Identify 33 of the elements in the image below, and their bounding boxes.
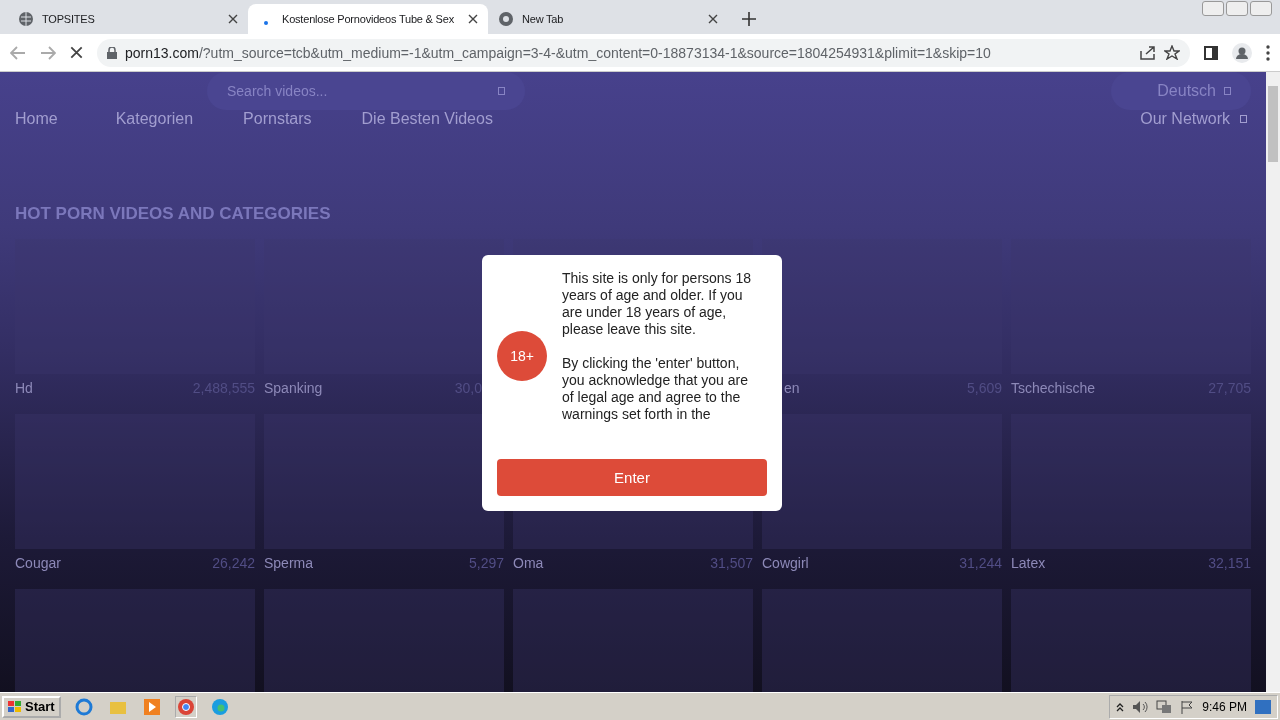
start-button[interactable]: Start [2, 695, 61, 718]
url-text: porn13.com/?utm_source=tcb&utm_medium=-1&utm_campaign=3-4-&utm_content=0-18873134-1&source=1804254931&plimit=1&skip=10 [125, 44, 991, 61]
video-count: 31,507 [710, 555, 753, 571]
video-count: 5,297 [468, 555, 504, 571]
warning-text: This site is only for persons 18 years of age and older. If you are under 18 years of age, please leave this site. [562, 270, 753, 338]
category-name[interactable]: Tschechische [1011, 380, 1096, 396]
browser-tab[interactable]: Kostenlose Pornovideos Tube & Sex [248, 4, 488, 34]
category-name[interactable]: Oma [513, 555, 544, 571]
language-selector[interactable]: Deutsch [1111, 72, 1251, 110]
video-count: 32,151 [1208, 555, 1251, 571]
category-name[interactable]: Hd [15, 380, 33, 396]
age-badge: 18+ [497, 330, 547, 381]
search-field[interactable]: Search videos... [207, 72, 525, 110]
category-name[interactable]: Cowgirl [762, 555, 809, 571]
nav-link[interactable]: Kategorien [115, 110, 194, 128]
network-link[interactable]: Our Network [1140, 110, 1247, 128]
category-name[interactable]: Cougar [15, 555, 61, 571]
nav-link[interactable]: Home [15, 110, 58, 128]
section-heading: HOT PORN VIDEOS AND CATEGORIES [15, 204, 332, 224]
video-count: 31,244 [959, 555, 1002, 571]
enter-button[interactable]: Enter [497, 459, 767, 496]
nav-link[interactable]: Die Besten Videos [361, 110, 493, 128]
browser-tab[interactable]: New Tab [488, 4, 728, 34]
category-name[interactable]: Latex [1011, 555, 1046, 571]
address-bar[interactable]: porn13.com/?utm_source=tcb&utm_medium=-1&utm_campaign=3-4-&utm_content=0-18873134-1&source=1804254931&plimit=1&skip=10 [97, 38, 1190, 67]
search-placeholder: Search videos... [227, 83, 328, 99]
category-name[interactable]: Spanking [264, 380, 323, 396]
browser-tab[interactable]: TOPSITES [8, 4, 248, 34]
video-count: 26,242 [212, 555, 255, 571]
warning-text: By clicking the 'enter' button, you acknowledge that you are of legal age and agree to the warnings set forth in the [562, 355, 749, 423]
clock: 9:46 PM [1202, 699, 1247, 714]
nav-link[interactable]: Pornstars [243, 110, 312, 128]
category-name[interactable]: Sperma [264, 555, 314, 571]
